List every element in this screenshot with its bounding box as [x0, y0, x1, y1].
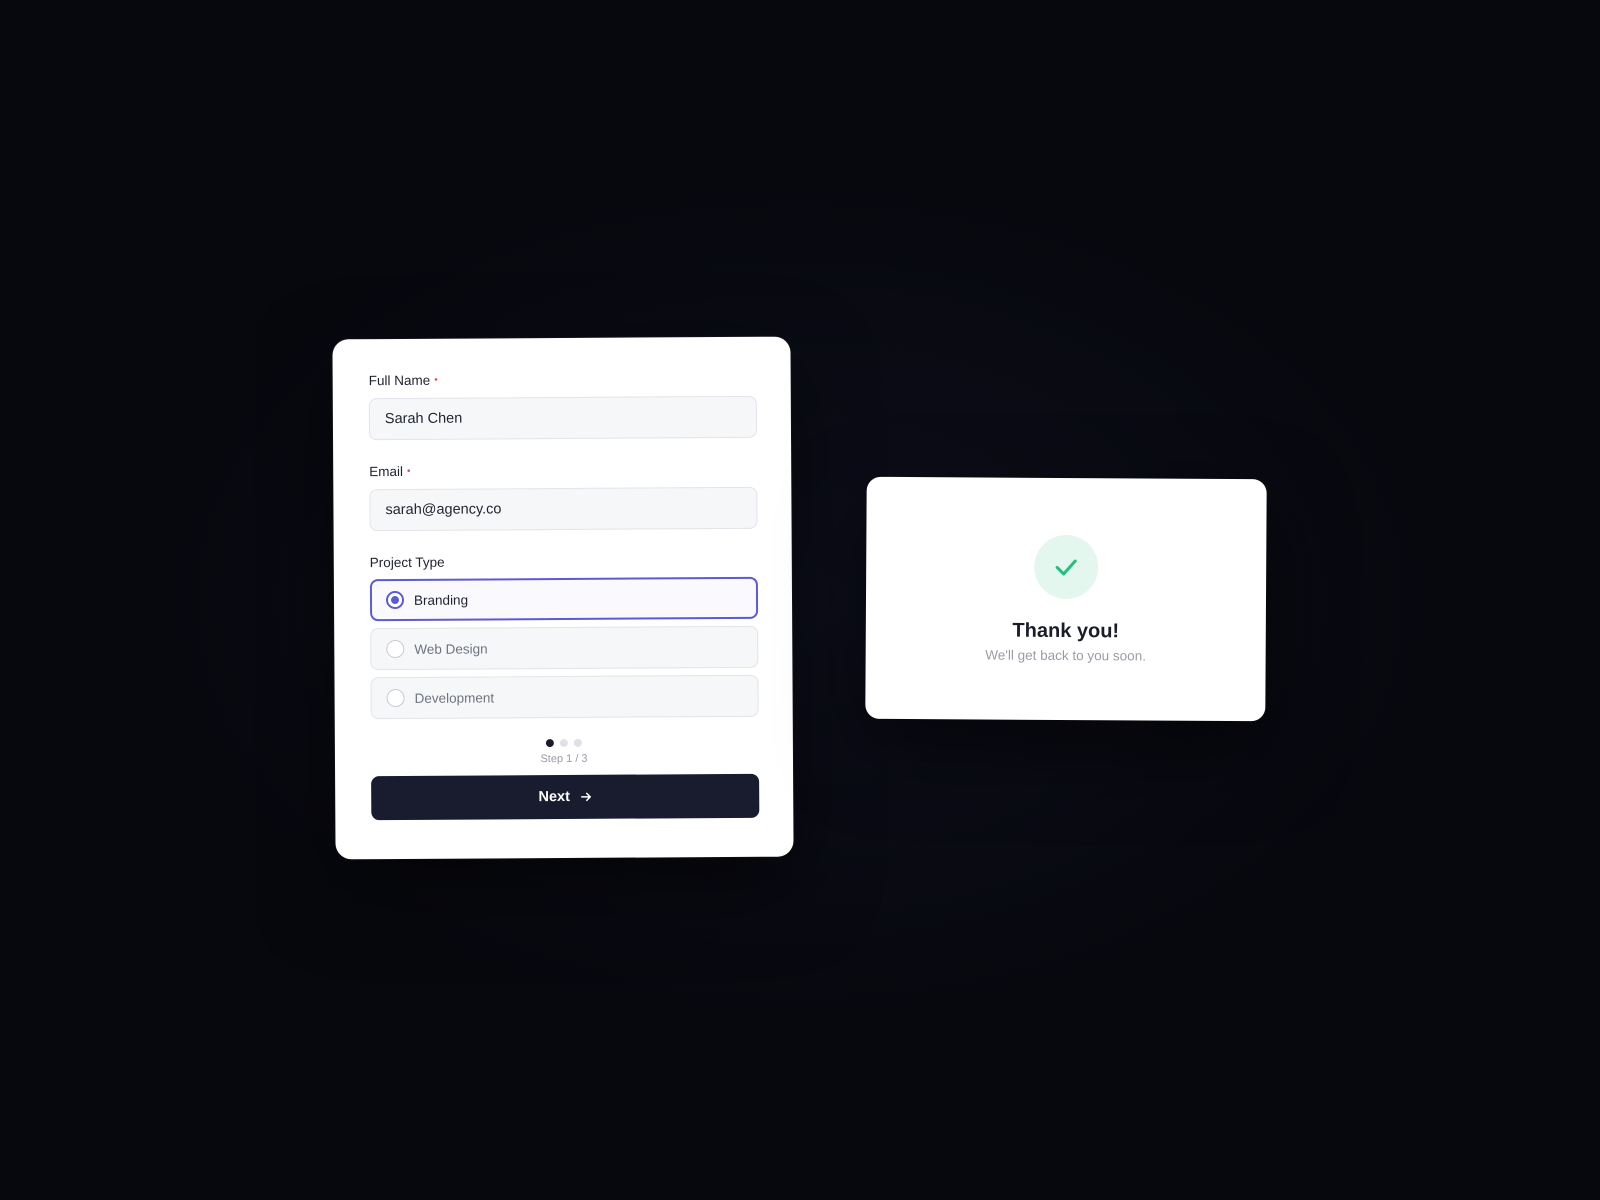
- confirmation-card: Thank you! We'll get back to you soon.: [865, 476, 1267, 722]
- radio-button-selected[interactable]: [385, 590, 405, 610]
- full-name-label-text: Full Name: [368, 372, 431, 389]
- email-label: Email •: [369, 462, 755, 480]
- project-option-development[interactable]: Development: [370, 674, 759, 720]
- full-name-label: Full Name •: [369, 371, 755, 389]
- full-name-input[interactable]: [368, 395, 758, 441]
- required-marker: •: [434, 374, 438, 386]
- radio-button[interactable]: [386, 639, 405, 659]
- email-label-text: Email: [369, 463, 404, 480]
- step-dot-active: [545, 739, 554, 748]
- email-input[interactable]: [369, 486, 758, 532]
- option-label: Web Design: [414, 640, 488, 657]
- confirmation-subtitle: We'll get back to you soon.: [985, 647, 1147, 664]
- contact-form-card: Full Name• Email• Project Type Branding …: [332, 336, 794, 860]
- step-dot: [559, 738, 568, 748]
- next-button-label: Next: [538, 788, 570, 806]
- success-badge: [1034, 534, 1099, 600]
- radio-button[interactable]: [386, 688, 405, 708]
- required-marker: •: [406, 465, 411, 477]
- confirmation-title: Thank you!: [1012, 619, 1120, 643]
- radio-dot: [390, 596, 400, 605]
- step-counter: Step 1 / 3: [540, 752, 588, 766]
- next-button[interactable]: Next: [371, 773, 760, 821]
- project-type-label: Project Type: [369, 554, 445, 571]
- checkmark-icon: [1055, 559, 1077, 576]
- step-dot: [573, 738, 582, 747]
- project-option-branding[interactable]: Branding: [369, 576, 759, 622]
- option-label: Development: [414, 689, 495, 706]
- arrow-right-icon: [580, 791, 592, 803]
- project-option-web-design[interactable]: Web Design: [370, 625, 759, 671]
- option-label: Branding: [413, 592, 469, 608]
- step-indicator: [371, 738, 757, 748]
